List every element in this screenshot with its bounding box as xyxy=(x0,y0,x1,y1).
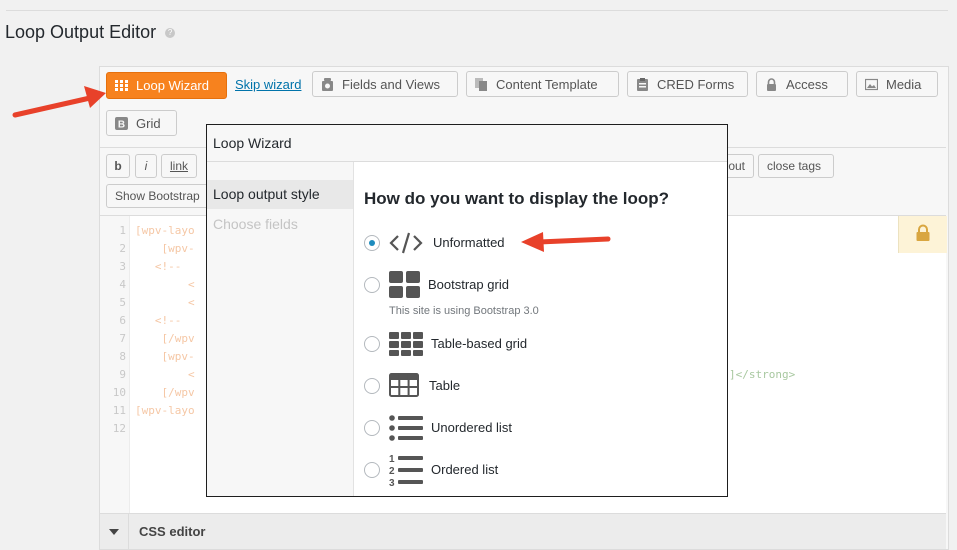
option-label-table[interactable]: Table xyxy=(429,378,460,393)
content-template-button[interactable]: Content Template xyxy=(466,71,619,97)
media-button[interactable]: Media xyxy=(856,71,938,97)
media-label: Media xyxy=(886,77,922,92)
lock-icon xyxy=(767,78,776,91)
skip-wizard-link[interactable]: Skip wizard xyxy=(235,77,301,92)
code-line: [wpv-layo xyxy=(135,404,195,417)
option-label-table-based-grid[interactable]: Table-based grid xyxy=(431,336,527,351)
svg-text:B: B xyxy=(118,120,125,131)
close-tags-button[interactable]: close tags xyxy=(758,154,834,178)
step-choose-fields: Choose fields xyxy=(213,216,298,232)
radio-unordered-list[interactable] xyxy=(364,420,380,436)
views-icon xyxy=(322,78,333,91)
line-number: 8 xyxy=(119,350,126,363)
code-line: [/wpv xyxy=(135,332,195,345)
loop-wizard-dialog: Loop Wizard Loop output style Choose fie… xyxy=(206,124,728,497)
radio-table[interactable] xyxy=(364,378,380,394)
line-number: 2 xyxy=(119,242,126,255)
line-number: 1 xyxy=(119,224,126,237)
unordered-list-icon xyxy=(389,415,423,441)
radio-table-based-grid[interactable] xyxy=(364,336,380,352)
radio-bootstrap-grid[interactable] xyxy=(364,277,380,293)
line-number: 7 xyxy=(119,332,126,345)
top-divider xyxy=(6,10,948,11)
annotation-arrow-unformatted xyxy=(521,232,611,252)
line-number: 3 xyxy=(119,260,126,273)
code-line: < xyxy=(135,368,195,381)
code-line: [/wpv xyxy=(135,386,195,399)
code-line: [wpv- xyxy=(135,350,195,363)
line-number: 10 xyxy=(112,386,126,399)
grid-label: Grid xyxy=(136,116,161,131)
line-number: 4 xyxy=(119,278,126,291)
image-icon xyxy=(865,78,878,91)
wizard-question: How do you want to display the loop? xyxy=(364,189,670,208)
table-icon xyxy=(389,373,419,397)
fields-and-views-button[interactable]: Fields and Views xyxy=(312,71,458,97)
option-label-unformatted[interactable]: Unformatted xyxy=(433,235,505,250)
link-button[interactable]: link xyxy=(161,154,197,178)
ordered-list-icon: 1 2 3 xyxy=(389,454,423,487)
code-line: <!-- xyxy=(135,260,188,273)
clipboard-icon xyxy=(637,78,648,91)
code-line-tail: ]</strong> xyxy=(729,368,796,381)
line-number: 12 xyxy=(112,422,126,435)
css-editor-label: CSS editor xyxy=(139,524,206,539)
access-label: Access xyxy=(786,77,828,92)
content-template-label: Content Template xyxy=(496,77,598,92)
line-number: 9 xyxy=(119,368,126,381)
padlock-icon xyxy=(916,224,930,241)
code-line: < xyxy=(135,278,195,291)
copy-icon xyxy=(475,78,487,91)
radio-unformatted[interactable] xyxy=(364,235,380,251)
css-editor-toggle[interactable] xyxy=(100,514,129,549)
line-number: 5 xyxy=(119,296,126,309)
show-bootstrap-button[interactable]: Show Bootstrap xyxy=(106,184,221,208)
radio-ordered-list[interactable] xyxy=(364,462,380,478)
page-title: Loop Output Editor ? xyxy=(5,22,176,43)
ordered-list-number: 3 xyxy=(389,478,395,487)
bold-button[interactable]: b xyxy=(106,154,130,178)
grid-icon xyxy=(115,80,128,91)
line-number-gutter: 1 2 3 4 5 6 7 8 9 10 11 12 xyxy=(100,216,130,513)
dialog-header: Loop Wizard xyxy=(207,125,727,162)
table-grid-icon xyxy=(389,332,423,356)
option-label-bootstrap-grid[interactable]: Bootstrap grid xyxy=(428,277,509,292)
bootstrap-icon: B xyxy=(115,117,128,130)
loop-wizard-button[interactable]: Loop Wizard xyxy=(106,72,227,99)
css-editor-bar[interactable]: CSS editor xyxy=(100,513,946,549)
help-icon[interactable]: ? xyxy=(165,28,176,39)
cred-forms-button[interactable]: CRED Forms xyxy=(627,71,748,97)
fields-and-views-label: Fields and Views xyxy=(342,77,441,92)
code-line: <!-- xyxy=(135,314,188,327)
access-button[interactable]: Access xyxy=(756,71,848,97)
ordered-list-number: 2 xyxy=(389,466,395,477)
bootstrap-version-note: This site is using Bootstrap 3.0 xyxy=(389,305,539,317)
annotation-arrow-loop-wizard xyxy=(12,86,106,118)
grid-button[interactable]: B Grid xyxy=(106,110,177,136)
cred-forms-label: CRED Forms xyxy=(657,77,735,92)
lock-toggle[interactable] xyxy=(898,216,947,253)
italic-button[interactable]: i xyxy=(135,154,157,178)
page-title-text: Loop Output Editor xyxy=(5,22,157,42)
loop-wizard-label: Loop Wizard xyxy=(136,78,209,93)
ordered-list-number: 1 xyxy=(389,454,395,465)
option-label-unordered-list[interactable]: Unordered list xyxy=(431,420,512,435)
step-loop-output-style[interactable]: Loop output style xyxy=(207,180,353,209)
option-label-ordered-list[interactable]: Ordered list xyxy=(431,462,498,477)
code-line: [wpv- xyxy=(135,242,195,255)
dialog-title: Loop Wizard xyxy=(213,135,292,151)
bootstrap-grid-icon xyxy=(389,271,420,298)
line-number: 6 xyxy=(119,314,126,327)
wizard-steps: Loop output style Choose fields xyxy=(207,162,354,496)
code-line: [wpv-layo xyxy=(135,224,195,237)
line-number: 11 xyxy=(112,404,126,417)
code-icon xyxy=(389,232,423,254)
code-line: < xyxy=(135,296,195,309)
